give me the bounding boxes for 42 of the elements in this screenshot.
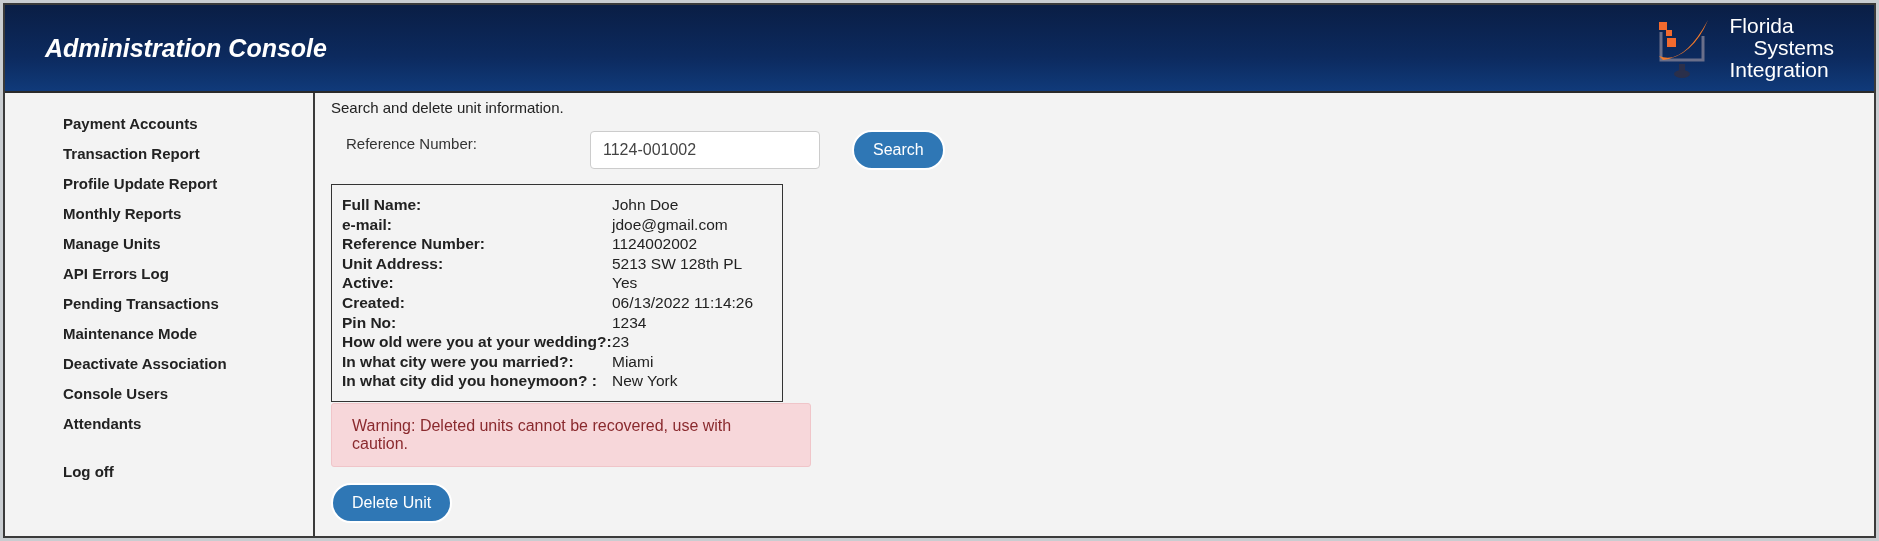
detail-label: Created: [342,292,406,313]
sidebar-link[interactable]: Attendants [63,409,142,439]
detail-label: e-mail: [342,214,393,235]
sidebar-link[interactable]: Manage Units [63,229,161,259]
detail-label: Full Name: [342,195,423,215]
detail-value: Yes [612,273,639,293]
detail-label: Reference Number: [342,234,486,254]
detail-label: Active: [342,273,395,293]
detail-label: In what city did you honeymoon? : [342,371,598,391]
detail-label: How old were you at your wedding?: [342,332,612,352]
detail-value: jdoe@gmail.com [612,214,729,235]
detail-value: 5213 SW 128th PL [612,253,744,274]
sidebar-link[interactable]: Pending Transactions [63,289,219,319]
sidebar-link[interactable]: Monthly Reports [63,199,182,229]
sidebar-link[interactable]: Deactivate Association [63,349,227,379]
detail-value: 06/13/2022 11:14:26 [612,292,755,313]
sidebar-link[interactable]: Profile Update Report [63,169,218,199]
delete-unit-button[interactable]: Delete Unit [331,482,453,523]
logo-text: Integration [1729,59,1829,81]
logoff-link[interactable]: Log off [63,457,114,487]
detail-value: Miami [612,351,655,372]
sidebar-link[interactable]: API Errors Log [63,259,169,289]
detail-value: 1124002002 [612,234,699,254]
logo-text: Systems [1752,37,1834,59]
field-label: Reference Number: [346,135,478,152]
detail-label: Pin No: [342,312,398,333]
detail-label: Unit Address: [342,253,445,274]
sidebar-link[interactable]: Transaction Report [63,139,200,169]
sidebar-link[interactable]: Maintenance Mode [63,319,198,349]
detail-value: John Doe [612,195,680,215]
detail-value: 1234 [612,312,648,333]
sidebar-link[interactable]: Console Users [63,379,169,409]
search-button[interactable]: Search [852,130,945,170]
logo-text: Florida [1729,15,1795,37]
sidebar-link[interactable]: Payment Accounts [63,109,198,139]
detail-label: In what city were you married?: [342,351,575,372]
warning-alert: Warning: Deleted units cannot be recovered, use with caution. [331,402,811,467]
detail-value: New York [612,371,679,391]
detail-value: 23 [612,332,631,352]
console-title: Administration Console [45,33,327,63]
intro-text: Search and delete unit information. [331,99,564,116]
reference-number-field[interactable]: 1124-001002 [590,131,820,169]
